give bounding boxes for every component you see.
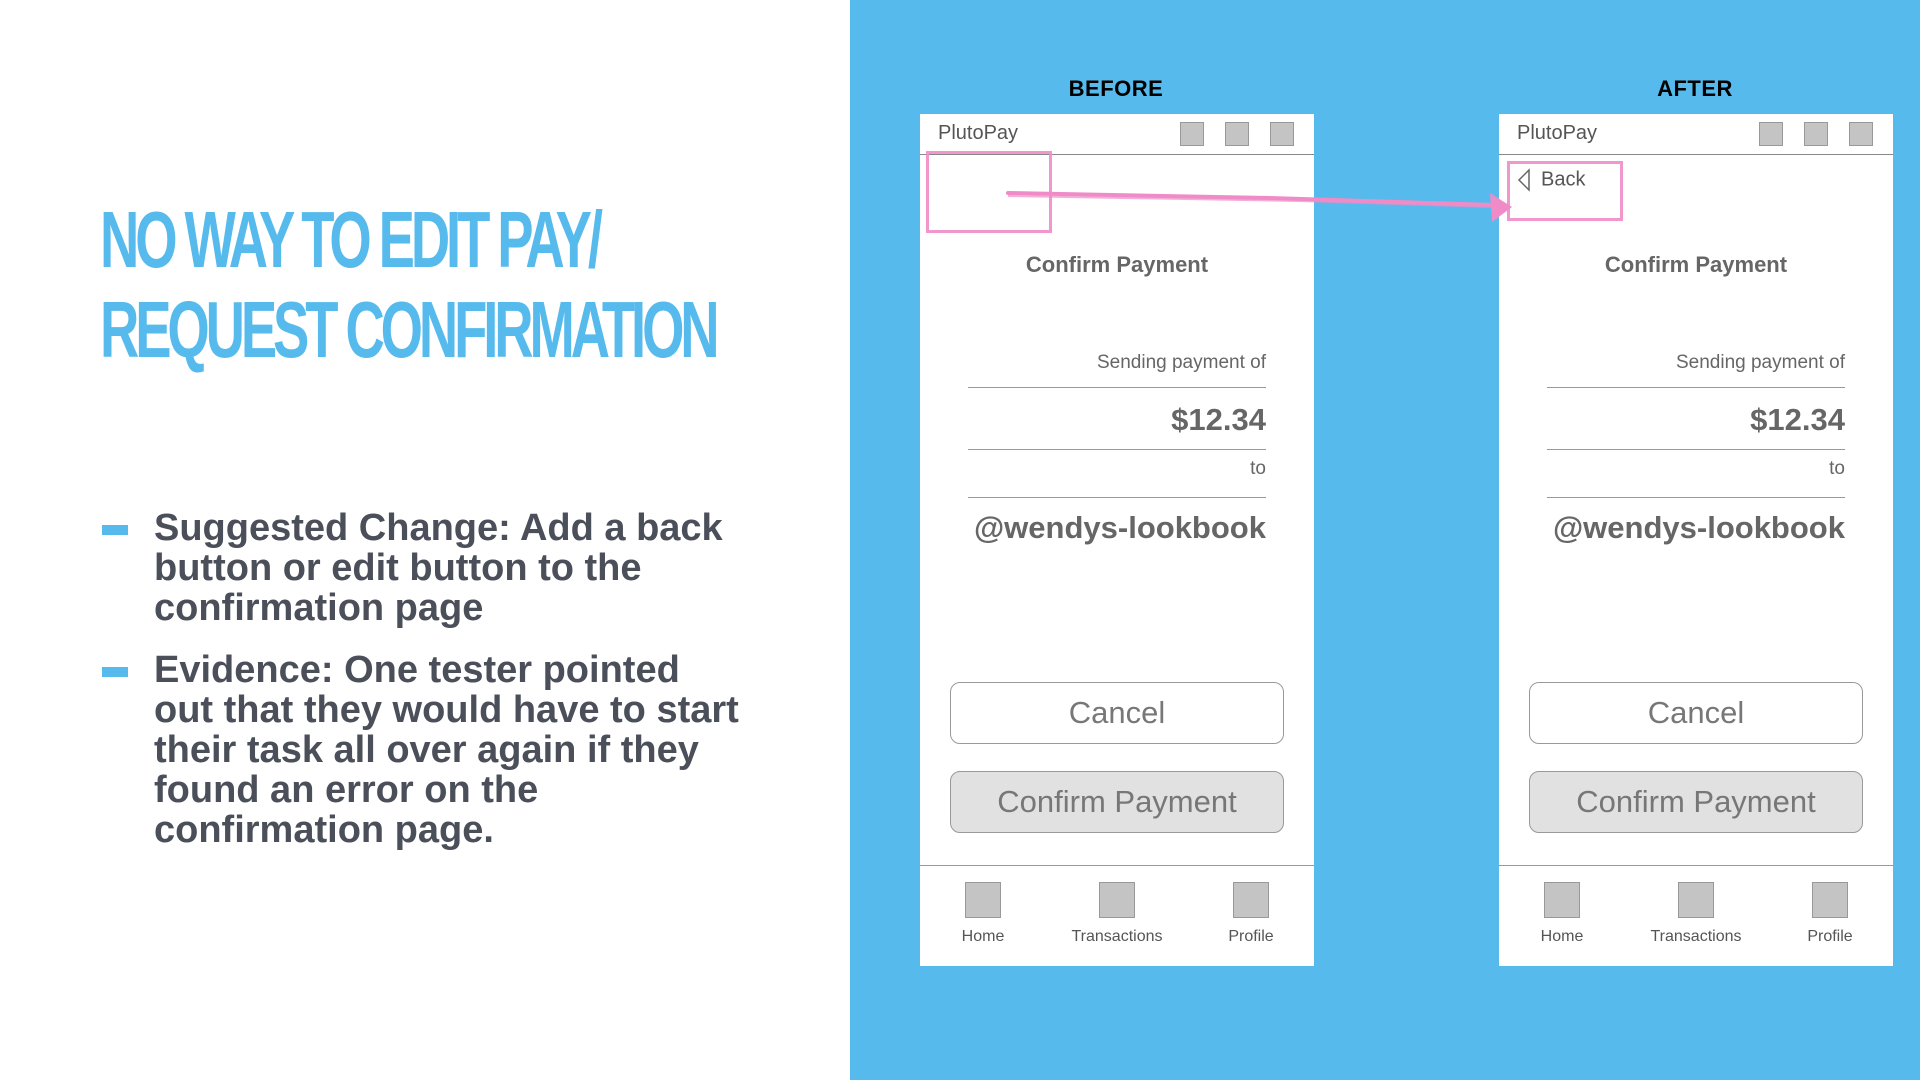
bullet-evidence: Evidence: One tester pointed out that th… bbox=[100, 650, 740, 850]
bullet-suggested-change: Suggested Change: Add a back button or e… bbox=[100, 508, 740, 628]
amount: $12.34 bbox=[1750, 402, 1845, 437]
tab-home[interactable]: Home bbox=[928, 882, 1038, 946]
tab-label: Profile bbox=[1228, 928, 1274, 945]
divider bbox=[968, 387, 1266, 388]
tab-label: Home bbox=[961, 928, 1005, 945]
app-name: PlutoPay bbox=[938, 122, 1019, 144]
after-label: AFTER bbox=[1657, 76, 1733, 101]
bullet-dash-icon bbox=[102, 667, 128, 677]
transactions-icon bbox=[1099, 882, 1135, 918]
slide-title: NO WAY TO EDIT PAY/ REQUEST CONFIRMATION bbox=[100, 195, 720, 375]
highlight-box bbox=[926, 151, 1052, 233]
placeholder-square-icon[interactable] bbox=[1759, 122, 1783, 146]
placeholder-square-icon[interactable] bbox=[1225, 122, 1249, 146]
slide-title-line-2: REQUEST CONFIRMATION bbox=[100, 285, 720, 374]
tab-profile[interactable]: Profile bbox=[1775, 882, 1885, 946]
confirm-payment-button[interactable]: Confirm Payment bbox=[1529, 771, 1863, 833]
placeholder-square-icon[interactable] bbox=[1849, 122, 1873, 146]
bullet-list: Suggested Change: Add a back button or e… bbox=[100, 508, 740, 872]
highlight-box bbox=[1507, 161, 1623, 221]
app-name: PlutoPay bbox=[1517, 122, 1598, 144]
divider bbox=[1547, 449, 1845, 450]
phone-after: PlutoPay Back Confirm Payment Sending pa… bbox=[1499, 114, 1893, 966]
divider bbox=[968, 449, 1266, 450]
placeholder-square-icon[interactable] bbox=[1180, 122, 1204, 146]
screen-title: Confirm Payment bbox=[1025, 252, 1209, 277]
amount: $12.34 bbox=[1171, 402, 1266, 437]
tab-profile[interactable]: Profile bbox=[1196, 882, 1306, 946]
placeholder-square-icon[interactable] bbox=[1270, 122, 1294, 146]
placeholder-square-icon[interactable] bbox=[1804, 122, 1828, 146]
recipient: @wendys-lookbook bbox=[1552, 510, 1845, 545]
tab-label: Transactions bbox=[1650, 928, 1742, 945]
tab-label: Profile bbox=[1807, 928, 1853, 945]
sending-label: Sending payment of bbox=[1675, 352, 1845, 373]
phone-before: PlutoPay Confirm Payment Sending payment… bbox=[920, 114, 1314, 966]
divider bbox=[1547, 497, 1845, 498]
sending-label: Sending payment of bbox=[1096, 352, 1266, 373]
app-bar: PlutoPay bbox=[1499, 114, 1893, 155]
transactions-icon bbox=[1678, 882, 1714, 918]
recipient: @wendys-lookbook bbox=[973, 510, 1266, 545]
text-panel: NO WAY TO EDIT PAY/ REQUEST CONFIRMATION… bbox=[0, 0, 850, 1080]
cancel-button[interactable]: Cancel bbox=[1529, 682, 1863, 744]
to-label: to bbox=[1250, 458, 1266, 479]
before-label: BEFORE bbox=[1068, 76, 1164, 101]
home-icon bbox=[1544, 882, 1580, 918]
bullet-dash-icon bbox=[102, 525, 128, 535]
tab-transactions[interactable]: Transactions bbox=[1062, 882, 1172, 946]
profile-icon bbox=[1812, 882, 1848, 918]
tab-home[interactable]: Home bbox=[1507, 882, 1617, 946]
tab-bar: Home Transactions Profile bbox=[1499, 865, 1893, 967]
tab-transactions[interactable]: Transactions bbox=[1641, 882, 1751, 946]
bullet-text: Suggested Change: Add a back button or e… bbox=[154, 507, 723, 629]
to-label: to bbox=[1829, 458, 1845, 479]
home-icon bbox=[965, 882, 1001, 918]
tab-label: Home bbox=[1540, 928, 1584, 945]
slide-title-line-1: NO WAY TO EDIT PAY/ bbox=[100, 195, 603, 284]
divider bbox=[968, 497, 1266, 498]
tab-label: Transactions bbox=[1071, 928, 1163, 945]
divider bbox=[1547, 387, 1845, 388]
confirm-payment-button[interactable]: Confirm Payment bbox=[950, 771, 1284, 833]
cancel-button[interactable]: Cancel bbox=[950, 682, 1284, 744]
screen-title: Confirm Payment bbox=[1604, 252, 1788, 277]
app-bar: PlutoPay bbox=[920, 114, 1314, 155]
profile-icon bbox=[1233, 882, 1269, 918]
bullet-text: Evidence: One tester pointed out that th… bbox=[154, 649, 739, 851]
tab-bar: Home Transactions Profile bbox=[920, 865, 1314, 967]
